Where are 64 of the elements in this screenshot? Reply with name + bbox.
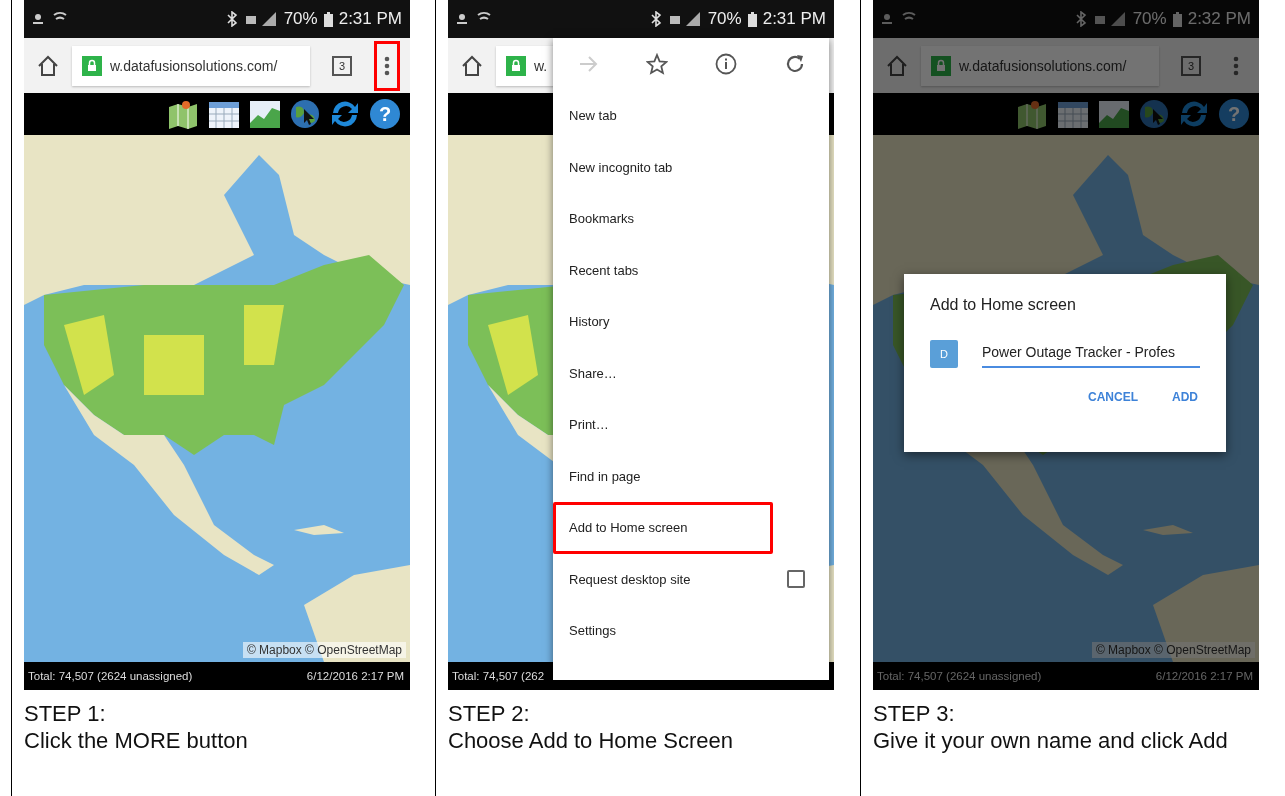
cancel-button[interactable]: CANCEL (1086, 386, 1140, 408)
more-button[interactable] (374, 40, 400, 91)
map-icon[interactable] (167, 99, 199, 129)
lock-icon (82, 55, 102, 76)
calendar-icon[interactable] (208, 99, 240, 129)
timestamp: 6/12/2016 2:17 PM (306, 670, 404, 682)
more-icon (1233, 55, 1239, 76)
signal-icon (243, 11, 278, 27)
address-field[interactable]: w.datafusionsolutions.com/ (921, 45, 1159, 86)
tab-count-button[interactable]: 3 (1181, 55, 1201, 76)
add-button[interactable]: ADD (1170, 386, 1200, 408)
checkbox[interactable] (787, 570, 805, 589)
battery-percent: 70% (707, 9, 742, 29)
menu-item[interactable]: Bookmarks (553, 193, 829, 245)
total-count: Total: 74,507 (262 (452, 670, 545, 682)
line-chart-icon[interactable] (249, 99, 281, 129)
map-attribution: © Mapbox © OpenStreetMap (242, 642, 406, 658)
battery-percent: 70% (1132, 9, 1167, 29)
dialog-title: Add to Home screen (930, 296, 1077, 314)
refresh-icon[interactable] (329, 99, 361, 129)
step-caption: STEP 2: (448, 700, 531, 727)
timestamp: 6/12/2016 2:17 PM (1155, 670, 1253, 682)
home-icon[interactable] (36, 53, 60, 78)
bluetooth-icon (225, 11, 238, 27)
status-time: 2:31 PM (762, 9, 826, 29)
signal-icon (667, 11, 702, 27)
menu-item[interactable]: Add to Home screen (553, 502, 773, 554)
name-input-field[interactable]: Power Outage Tracker - Profes (982, 340, 1200, 368)
menu-item[interactable]: Request desktop site (553, 553, 829, 605)
lock-icon (931, 55, 951, 76)
step-caption: Choose Add to Home Screen (448, 727, 734, 754)
battery-icon (323, 11, 333, 27)
signal-icon (1092, 11, 1127, 27)
menu-item[interactable]: Print… (553, 399, 829, 451)
app-icon: D (930, 340, 958, 368)
bluetooth-icon (1074, 11, 1087, 27)
menu-item[interactable]: Settings (553, 605, 829, 657)
globe-icon[interactable] (290, 99, 320, 129)
total-count: Total: 74,507 (2624 unassigned) (28, 670, 193, 682)
menu-item[interactable]: New incognito tab (553, 141, 829, 193)
battery-percent: 70% (283, 9, 318, 29)
menu-item[interactable]: New tab (553, 90, 829, 142)
home-icon[interactable] (460, 53, 484, 78)
step-caption: Give it your own name and click Add (873, 727, 1229, 754)
address-field[interactable]: w.datafusionsolutions.com/ (72, 45, 310, 86)
total-count: Total: 74,507 (2624 unassigned) (877, 670, 1042, 682)
help-button[interactable]: ? (370, 99, 400, 129)
menu-item[interactable]: Recent tabs (553, 244, 829, 296)
step-caption: Click the MORE button (24, 727, 249, 754)
more-icon (384, 55, 390, 76)
bluetooth-icon (649, 11, 662, 27)
menu-item[interactable]: History (553, 296, 829, 348)
battery-icon (1172, 11, 1182, 27)
info-icon[interactable] (714, 53, 737, 75)
step-caption: STEP 1: (24, 700, 107, 727)
star-icon[interactable] (645, 53, 668, 75)
step-caption: STEP 3: (873, 700, 956, 727)
battery-icon (747, 11, 757, 27)
status-time: 2:31 PM (338, 9, 402, 29)
menu-item[interactable]: Find in page (553, 450, 829, 502)
tab-count-button[interactable]: 3 (332, 55, 352, 76)
status-time: 2:32 PM (1187, 9, 1251, 29)
menu-item[interactable]: Share… (553, 347, 829, 399)
lock-icon (506, 55, 526, 76)
